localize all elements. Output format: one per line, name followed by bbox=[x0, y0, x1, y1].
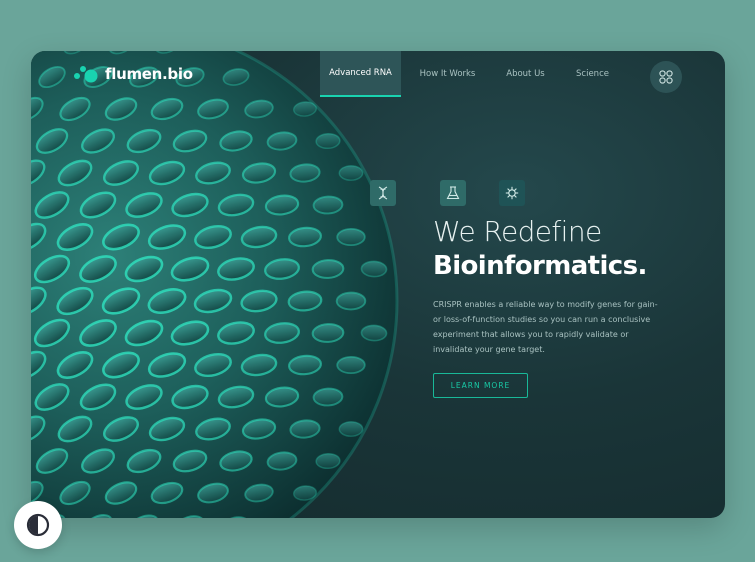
dna-icon bbox=[378, 186, 388, 200]
sphere-cell bbox=[311, 259, 345, 279]
feature-flask[interactable] bbox=[440, 180, 466, 206]
sphere-cell bbox=[315, 132, 341, 150]
hero-title-bold: Bioinformatics. bbox=[433, 251, 647, 281]
grid-circles-icon bbox=[659, 70, 673, 84]
virus-icon bbox=[505, 186, 519, 200]
nav-how-it-works[interactable]: How It Works bbox=[401, 51, 494, 97]
sphere-cell bbox=[312, 195, 344, 215]
logo-dots-icon bbox=[74, 66, 98, 83]
sphere-cell bbox=[360, 260, 388, 278]
sphere-cell bbox=[336, 227, 366, 247]
main-nav: Advanced RNA How It Works About Us Scien… bbox=[320, 51, 628, 97]
sphere-cell bbox=[315, 452, 341, 470]
theme-toggle-button[interactable] bbox=[14, 501, 62, 549]
brand-name: flumen.bio bbox=[105, 65, 193, 83]
learn-more-button[interactable]: LEARN MORE bbox=[433, 373, 528, 398]
flask-icon bbox=[446, 186, 460, 200]
sphere-cell bbox=[360, 324, 388, 342]
sphere-cell bbox=[312, 387, 344, 407]
feature-virus[interactable] bbox=[499, 180, 525, 206]
sphere-cell bbox=[311, 323, 345, 343]
sphere-cell bbox=[336, 355, 366, 375]
cell-sphere-image bbox=[31, 51, 399, 518]
brand-logo[interactable]: flumen.bio bbox=[73, 65, 193, 83]
hero-card: flumen.bio Advanced RNA How It Works Abo… bbox=[31, 51, 725, 518]
sphere-cell bbox=[335, 291, 367, 311]
nav-about-us[interactable]: About Us bbox=[494, 51, 557, 97]
hero-title-light: We Redefine bbox=[433, 215, 602, 248]
feature-dna[interactable] bbox=[370, 180, 396, 206]
menu-button[interactable] bbox=[650, 61, 682, 93]
nav-advanced-rna[interactable]: Advanced RNA bbox=[320, 51, 401, 97]
contrast-icon bbox=[26, 513, 50, 537]
sphere-cell bbox=[338, 421, 364, 437]
sphere-cell bbox=[338, 165, 364, 181]
hero-description: CRISPR enables a reliable way to modify … bbox=[433, 300, 658, 354]
nav-science[interactable]: Science bbox=[557, 51, 628, 97]
